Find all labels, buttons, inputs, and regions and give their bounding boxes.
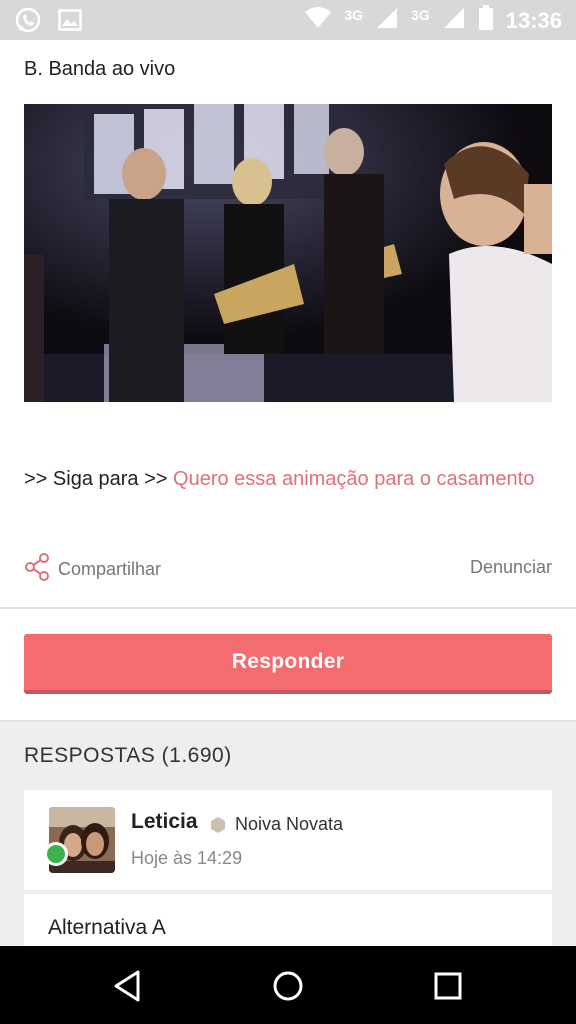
- clock: 13:36: [505, 7, 562, 33]
- hexagon-badge-icon: [210, 817, 226, 838]
- option-label: B. Banda ao vivo: [24, 58, 176, 80]
- share-icon: [24, 552, 50, 587]
- signal-icon: [442, 6, 466, 35]
- response-body: Alternativa A: [24, 894, 552, 946]
- response-time: Hoje às 14:29: [131, 848, 243, 868]
- responses-section: RESPOSTAS (1.690) Leticia Noiva Novata H…: [0, 720, 576, 946]
- home-icon[interactable]: [268, 966, 308, 1006]
- post-content: B. Banda ao vivo >> Siga para >> Quero e…: [0, 40, 576, 946]
- share-label: Compartilhar: [58, 559, 162, 579]
- share-button[interactable]: Compartilhar: [24, 552, 161, 587]
- cta-link[interactable]: Quero essa animação para o casamento: [173, 468, 534, 490]
- network-type-2: 3G: [411, 6, 430, 23]
- signal-icon: [375, 6, 399, 35]
- battery-icon: [478, 5, 494, 36]
- cta-paragraph: >> Siga para >> Quero essa animação para…: [24, 462, 544, 497]
- whatsapp-icon: [14, 6, 42, 39]
- response-text: Alternativa A: [48, 916, 166, 939]
- report-link[interactable]: Denunciar: [470, 557, 552, 578]
- live-band-photo: [24, 104, 552, 402]
- user-name[interactable]: Leticia: [131, 810, 198, 834]
- recents-icon[interactable]: [428, 966, 468, 1006]
- reply-button[interactable]: Responder: [24, 634, 552, 694]
- gallery-icon: [58, 9, 82, 36]
- cta-prefix: >> Siga para >>: [24, 468, 174, 490]
- navigation-bar: [0, 946, 576, 1024]
- status-bar: 3G 3G 13:36: [0, 0, 576, 40]
- online-status-indicator: [44, 842, 68, 866]
- user-rank: Noiva Novata: [235, 814, 344, 834]
- network-type-1: 3G: [344, 6, 364, 23]
- response-card: Leticia Noiva Novata Hoje às 14:29: [24, 790, 552, 890]
- divider: [0, 607, 576, 609]
- wifi-icon: [304, 6, 332, 35]
- back-icon[interactable]: [108, 966, 148, 1006]
- responses-title: RESPOSTAS (1.690): [24, 744, 232, 767]
